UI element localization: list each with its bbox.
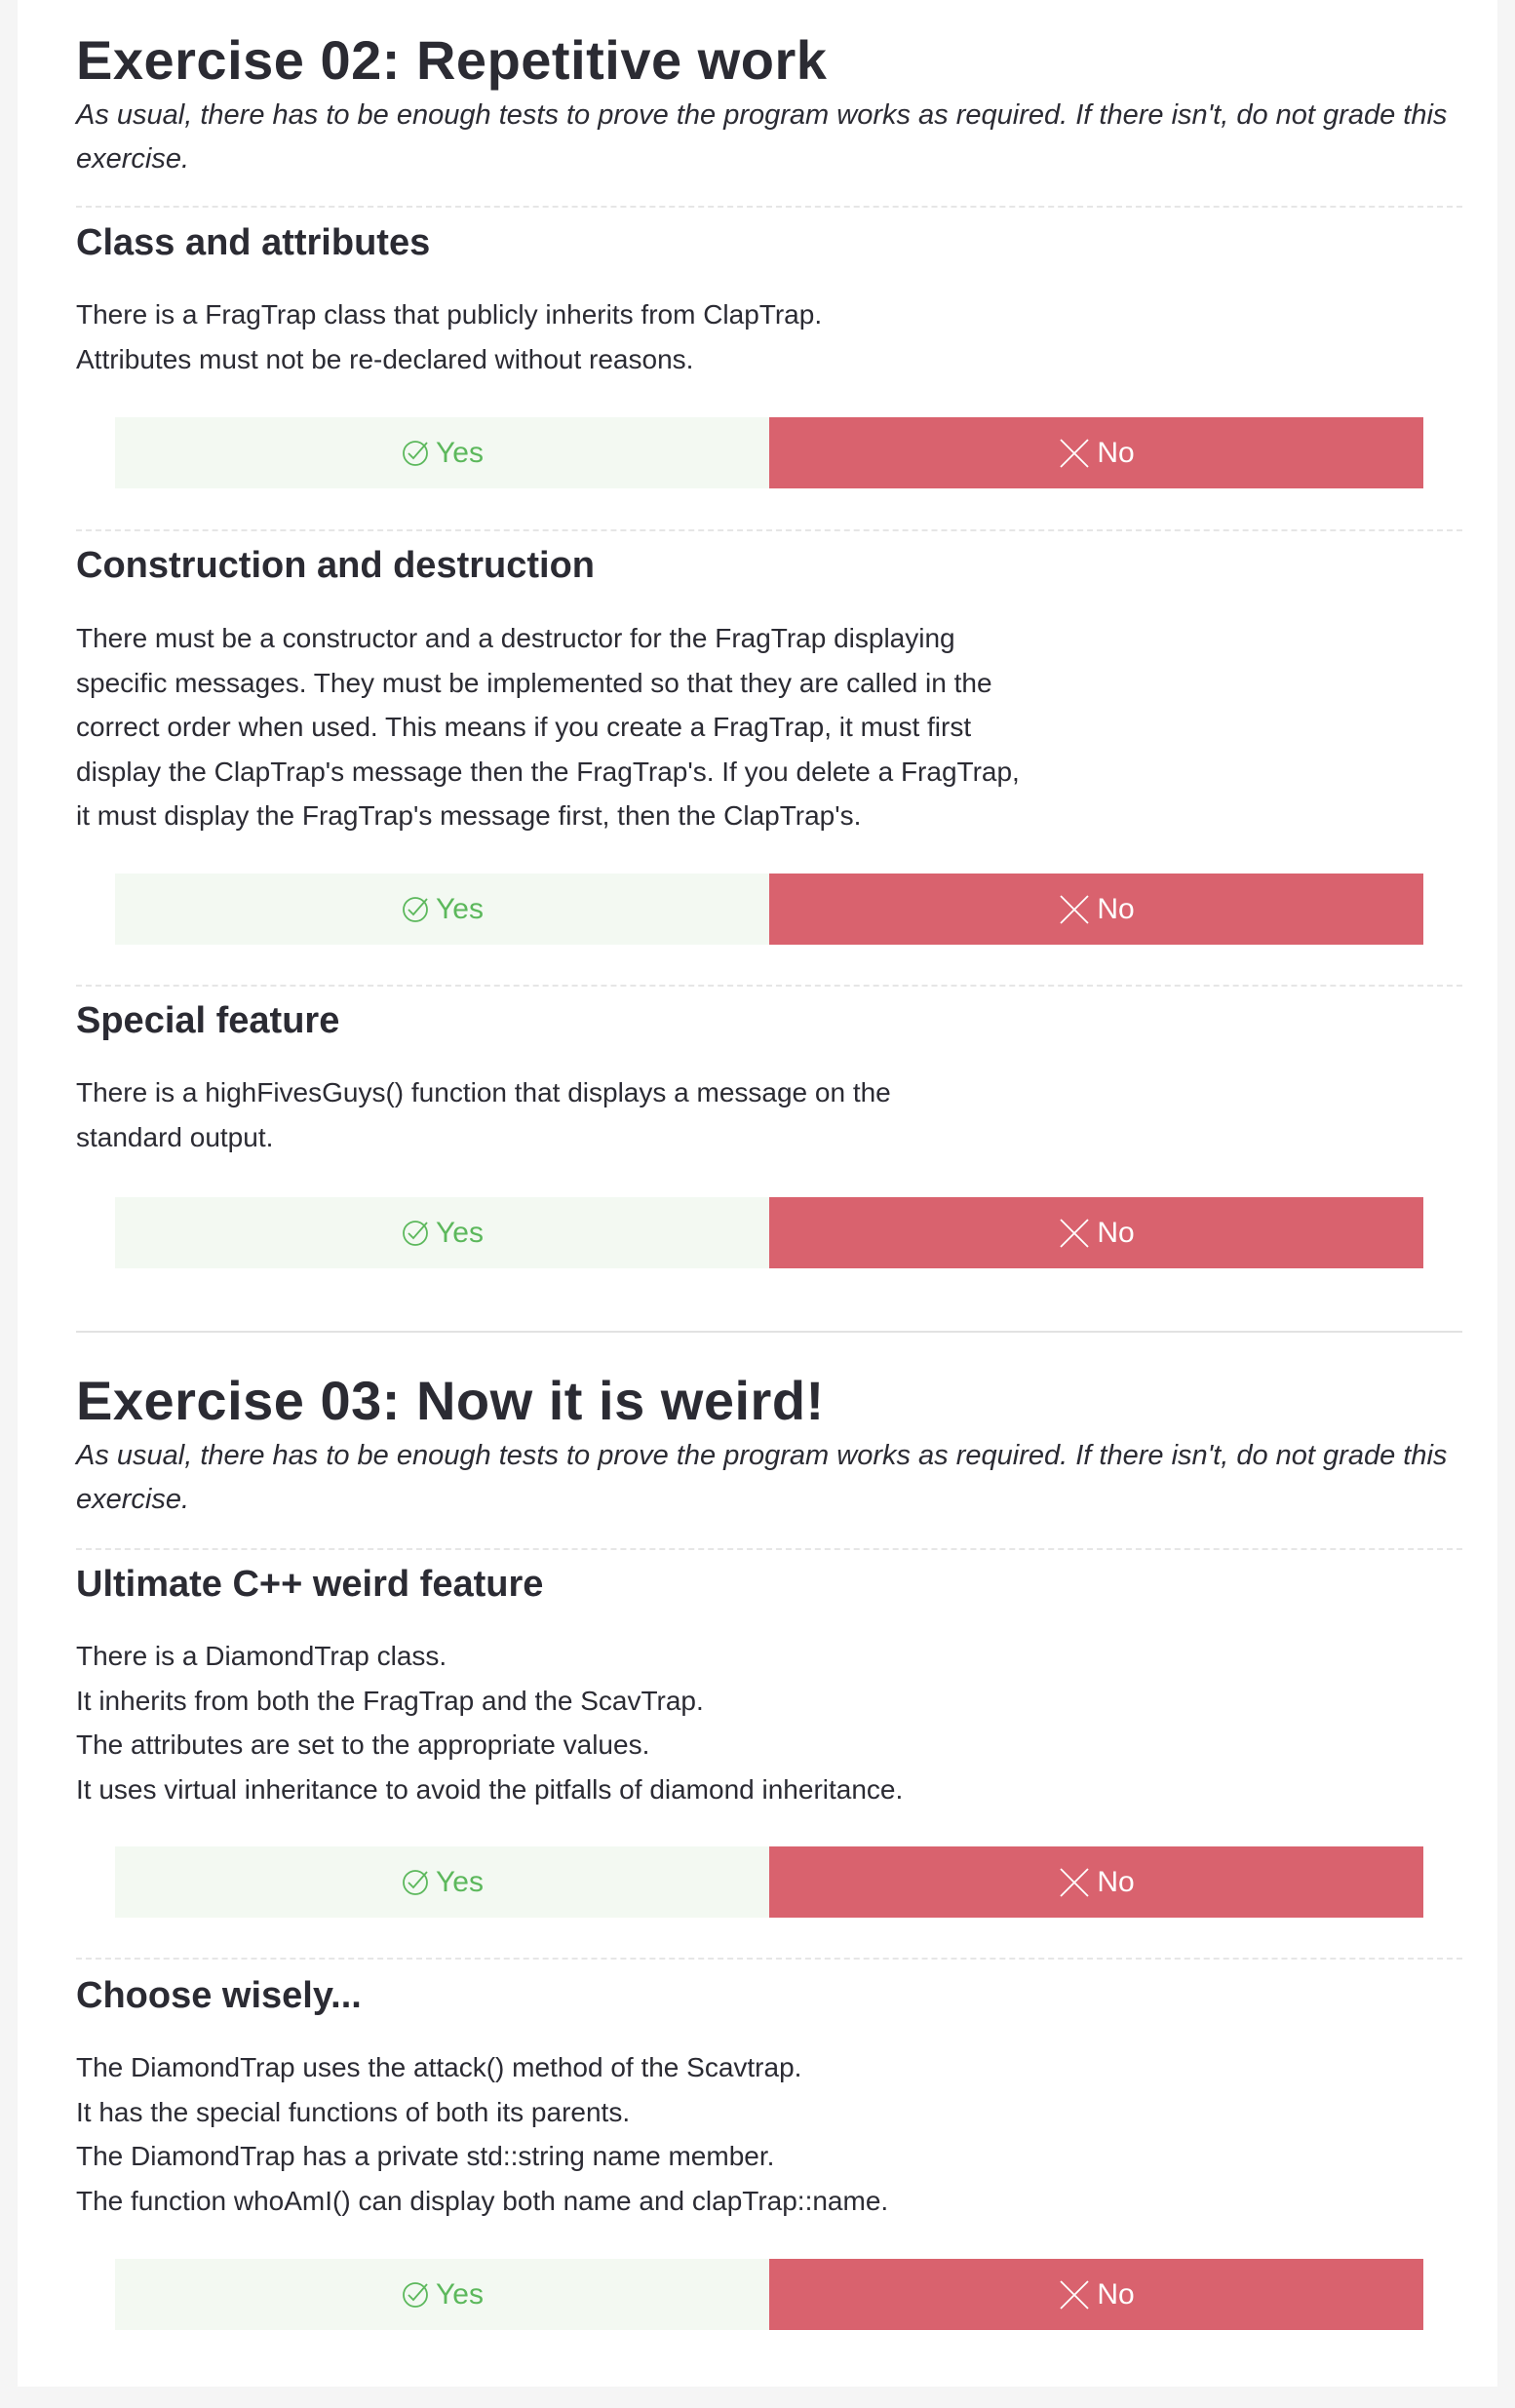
cross-icon <box>1058 893 1091 926</box>
yes-button[interactable]: Yes <box>115 1197 769 1268</box>
section-text-choose-wisely: The DiamondTrap uses the attack() method… <box>76 2052 889 2216</box>
answer-row-special-feature: Yes No <box>115 1197 1423 1268</box>
exercise-02-header: Exercise 02: Repetitive work As usual, t… <box>76 29 1462 181</box>
section-title-special-feature: Special feature <box>76 1000 340 1041</box>
evaluation-page: Exercise 02: Repetitive work As usual, t… <box>18 0 1497 2387</box>
section-title-class-attributes: Class and attributes <box>76 222 431 263</box>
exercise-03-header: Exercise 03: Now it is weird! As usual, … <box>76 1370 1462 1522</box>
yes-label: Yes <box>436 436 484 469</box>
no-label: No <box>1097 436 1135 469</box>
section-title-choose-wisely: Choose wisely... <box>76 1975 362 2016</box>
section-title-ultimate-feature: Ultimate C++ weird feature <box>76 1564 544 1605</box>
divider <box>76 206 1462 208</box>
yes-label: Yes <box>436 1865 484 1898</box>
section-text-ultimate-feature: There is a DiamondTrap class. It inherit… <box>76 1641 904 1805</box>
no-button[interactable]: No <box>769 417 1423 488</box>
no-button[interactable]: No <box>769 1846 1423 1918</box>
cross-icon <box>1058 2278 1091 2311</box>
check-icon <box>401 895 430 924</box>
answer-row-class-attributes: Yes No <box>115 417 1423 488</box>
yes-button[interactable]: Yes <box>115 874 769 945</box>
yes-button[interactable]: Yes <box>115 2259 769 2330</box>
section-title-construction-destruction: Construction and destruction <box>76 545 595 586</box>
answer-row-construction-destruction: Yes No <box>115 874 1423 945</box>
yes-button[interactable]: Yes <box>115 417 769 488</box>
no-button[interactable]: No <box>769 874 1423 945</box>
check-icon <box>401 1868 430 1897</box>
yes-label: Yes <box>436 2277 484 2311</box>
exercise-02-title: Exercise 02: Repetitive work <box>76 29 828 91</box>
divider <box>76 1548 1462 1550</box>
no-button[interactable]: No <box>769 1197 1423 1268</box>
yes-button[interactable]: Yes <box>115 1846 769 1918</box>
yes-label: Yes <box>436 892 484 925</box>
exercise-divider <box>76 1331 1462 1333</box>
exercise-03-title: Exercise 03: Now it is weird! <box>76 1370 825 1431</box>
section-text-class-attributes: There is a FragTrap class that publicly … <box>76 299 823 374</box>
divider <box>76 985 1462 987</box>
section-text-construction-destruction: There must be a constructor and a destru… <box>76 623 1020 831</box>
divider <box>76 1958 1462 1960</box>
exercise-02-subtitle: As usual, there has to be enough tests t… <box>76 99 1448 175</box>
no-label: No <box>1097 892 1135 925</box>
cross-icon <box>1058 1866 1091 1899</box>
answer-row-choose-wisely: Yes No <box>115 2259 1423 2330</box>
cross-icon <box>1058 437 1091 470</box>
no-button[interactable]: No <box>769 2259 1423 2330</box>
check-icon <box>401 1219 430 1248</box>
yes-label: Yes <box>436 1216 484 1249</box>
no-label: No <box>1097 2277 1135 2311</box>
no-label: No <box>1097 1216 1135 1249</box>
no-label: No <box>1097 1865 1135 1898</box>
answer-row-ultimate-feature: Yes No <box>115 1846 1423 1918</box>
section-text-special-feature: There is a highFivesGuys() function that… <box>76 1077 891 1152</box>
exercise-03-subtitle: As usual, there has to be enough tests t… <box>76 1440 1448 1516</box>
cross-icon <box>1058 1217 1091 1250</box>
check-icon <box>401 2280 430 2310</box>
check-icon <box>401 439 430 468</box>
divider <box>76 529 1462 531</box>
